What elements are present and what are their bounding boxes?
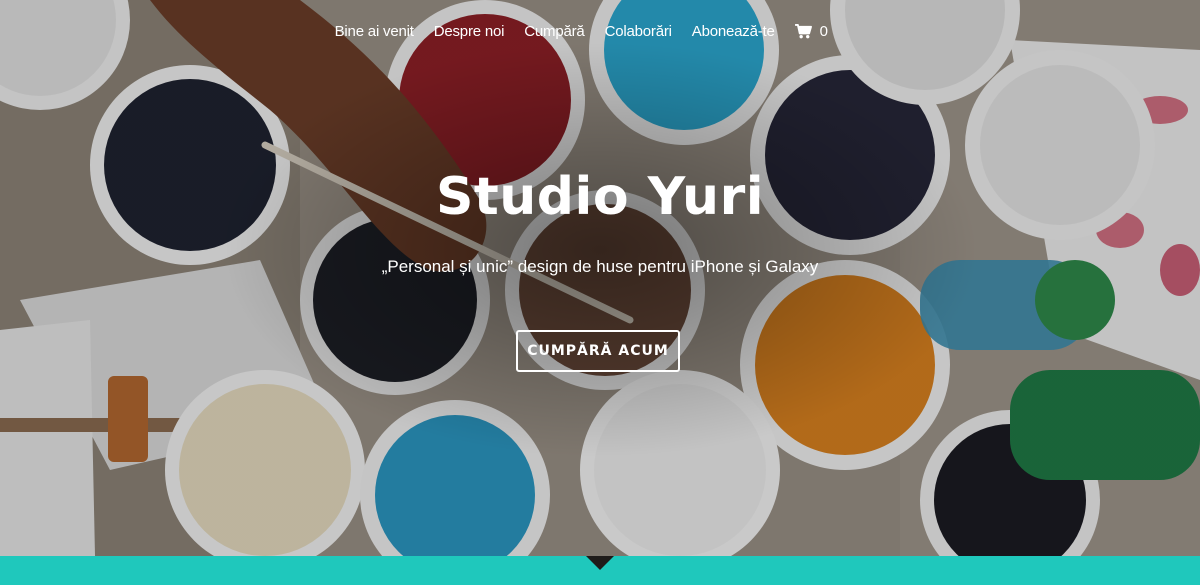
hero-overlay	[0, 0, 1200, 556]
down-arrow-notch-icon	[586, 556, 614, 570]
shop-now-button[interactable]: CUMPĂRĂ ACUM	[516, 330, 680, 372]
nav-item-bine-ai-venit[interactable]: Bine ai venit	[335, 23, 414, 40]
nav-item-cumpara[interactable]: Cumpără	[524, 23, 584, 40]
site-tagline: „Personal și unic” design de huse pentru…	[381, 257, 819, 276]
nav-item-aboneaza-te[interactable]: Abonează-te	[692, 23, 775, 40]
cart-link[interactable]: 0	[794, 23, 828, 40]
nav-item-colaborari[interactable]: Colaborări	[605, 23, 672, 40]
site-title: Studio Yuri	[435, 167, 765, 227]
main-nav: Bine ai venit Despre noi Cumpără Colabor…	[335, 23, 828, 40]
nav-item-despre-noi[interactable]: Despre noi	[434, 23, 505, 40]
hero-banner: Bine ai venit Despre noi Cumpără Colabor…	[0, 0, 1200, 556]
cart-count: 0	[819, 23, 828, 40]
shopping-cart-icon	[794, 24, 812, 39]
